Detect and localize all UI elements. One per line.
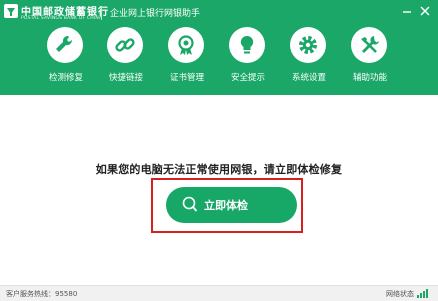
nav-label: 快捷链接 xyxy=(108,73,143,83)
nav-label: 系统设置 xyxy=(291,73,326,83)
nav-icon-circle xyxy=(229,27,265,63)
nav-icon-circle xyxy=(107,27,143,63)
bank-name-english: POSTAL SAVINGS BANK OF CHINA xyxy=(21,16,103,21)
network-status-label: 网络状态 xyxy=(386,290,414,298)
bank-logo-icon xyxy=(4,4,18,18)
nav-security-tips[interactable]: 安全提示 xyxy=(217,25,279,91)
nav-icon-circle xyxy=(290,27,326,63)
title-divider xyxy=(101,6,102,20)
nav-system-settings[interactable]: 系统设置 xyxy=(278,25,340,91)
nav-quick-links[interactable]: 快捷链接 xyxy=(95,25,157,91)
hotline-text: 客户服务热线：95580 xyxy=(6,290,78,298)
search-icon xyxy=(182,196,198,212)
nav-assist-functions[interactable]: 辅助功能 xyxy=(339,25,401,91)
bulb-icon xyxy=(240,35,254,54)
certificate-icon xyxy=(178,35,194,55)
wrench-icon xyxy=(56,35,73,52)
nav-label: 检测修复 xyxy=(48,73,83,83)
app-title: 企业网上银行网银助手 xyxy=(110,9,201,19)
nav-label: 安全提示 xyxy=(230,73,265,83)
minimize-icon[interactable] xyxy=(399,3,415,19)
check-now-button[interactable]: 立即体检 xyxy=(166,187,297,223)
nav-detect-repair[interactable]: 检测修复 xyxy=(35,25,97,91)
close-icon[interactable] xyxy=(417,3,433,19)
nav-certificate-management[interactable]: 证书管理 xyxy=(156,25,218,91)
nav-icon-circle xyxy=(47,27,83,63)
link-icon xyxy=(115,38,135,52)
check-now-label: 立即体检 xyxy=(204,199,248,212)
tools-icon xyxy=(361,36,379,53)
gear-icon xyxy=(299,36,317,54)
nav-icon-circle xyxy=(351,27,387,63)
top-banner: 中国邮政储蓄银行 POSTAL SAVINGS BANK OF CHINA 企业… xyxy=(0,0,438,95)
nav-label: 证书管理 xyxy=(169,73,204,83)
signal-icon xyxy=(417,289,428,298)
nav-label: 辅助功能 xyxy=(352,73,387,83)
repair-prompt-message: 如果您的电脑无法正常使用网银，请立即体检修复 xyxy=(95,163,343,176)
nav-icon-circle xyxy=(168,27,204,63)
status-bar: 客户服务热线：95580 网络状态 xyxy=(0,285,438,301)
